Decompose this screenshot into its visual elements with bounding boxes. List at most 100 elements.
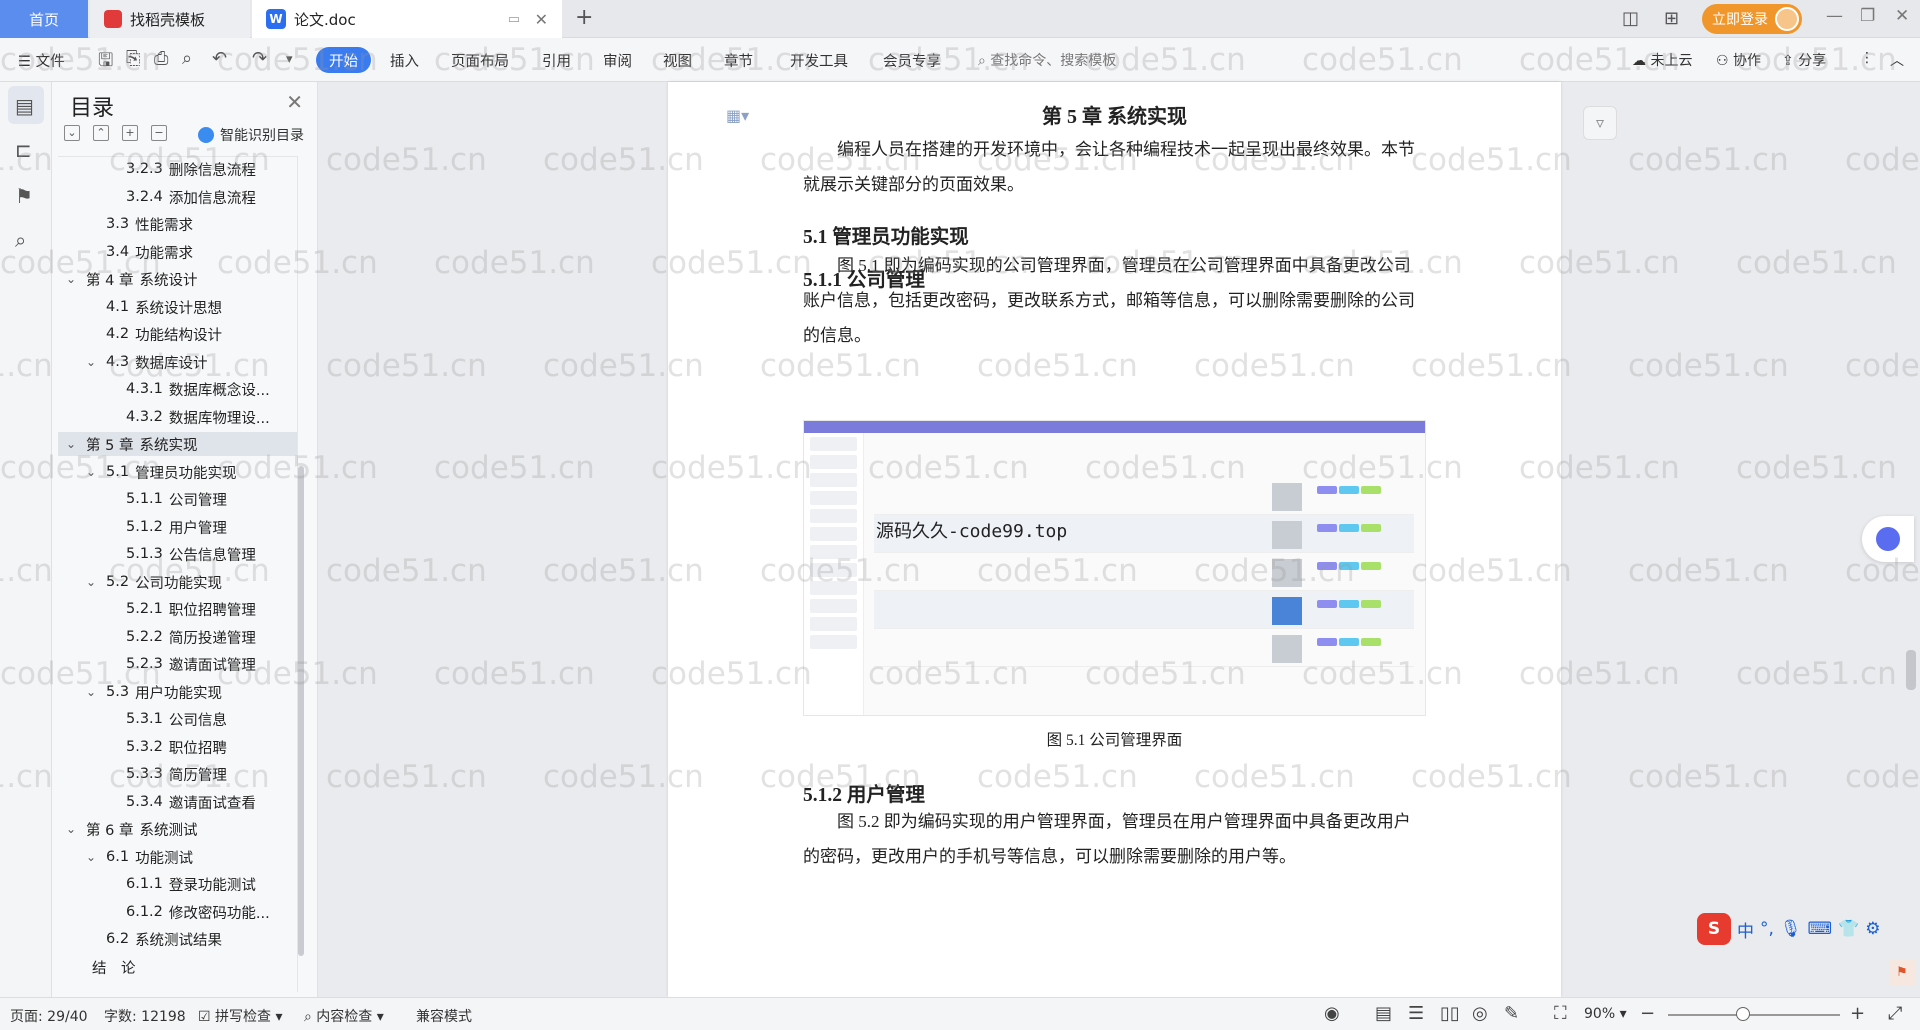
chevron-down-icon[interactable]: ⌄	[66, 822, 80, 836]
chevron-down-icon[interactable]: ⌄	[86, 575, 100, 589]
zoom-in-icon[interactable]: +	[1850, 1003, 1865, 1024]
chevron-down-icon[interactable]: ⌄	[86, 685, 100, 699]
chevron-down-icon[interactable]: ⌄	[86, 850, 100, 864]
add-heading-icon[interactable]: +	[122, 125, 138, 141]
tab-document[interactable]: W 论文.doc ▭ ✕	[252, 0, 562, 38]
restore-icon[interactable]: ❐	[1860, 6, 1875, 26]
toc-item[interactable]: 4.1 系统设计思想	[58, 295, 297, 319]
toc-item[interactable]: 5.1.1 公司管理	[58, 487, 297, 511]
toc-item[interactable]: ⌄ 4.3 数据库设计	[58, 350, 297, 374]
toc-item[interactable]: 3.2.3 删除信息流程	[58, 157, 297, 181]
toc-item[interactable]: 5.2.2 简历投递管理	[58, 625, 297, 649]
monitor-icon[interactable]: ▭	[508, 12, 520, 27]
toc-item[interactable]: 3.4 功能需求	[58, 240, 297, 264]
menu-item-review[interactable]: 审阅	[603, 50, 632, 71]
smart-toc-button[interactable]: 智能识别目录	[198, 125, 304, 145]
save-icon[interactable]: 🖫	[98, 48, 113, 78]
toc-item[interactable]: 5.1.3 公告信息管理	[58, 542, 297, 566]
new-tab-icon[interactable]: +	[575, 5, 593, 30]
toc-item[interactable]: 6.1.1 登录功能测试	[58, 872, 297, 896]
reading-mode-icon[interactable]: ◫	[1622, 8, 1639, 29]
toc-item[interactable]: 5.2.3 邀请面试管理	[58, 652, 297, 676]
bookmark-icon[interactable]: ⚑	[15, 184, 33, 208]
toc-item[interactable]: 5.1.2 用户管理	[58, 515, 297, 539]
find-icon[interactable]: ⌕	[15, 228, 26, 252]
ime-language[interactable]: 中	[1737, 917, 1754, 942]
toc-item[interactable]: 4.2 功能结构设计	[58, 322, 297, 346]
chapter-nav-icon[interactable]: ⊏	[15, 138, 32, 162]
toc-item[interactable]: ⌄ 6.1 功能测试	[58, 845, 297, 869]
zoom-slider[interactable]	[1668, 1014, 1840, 1016]
document-scrollbar[interactable]	[1906, 650, 1916, 690]
word-count[interactable]: 字数: 12198	[104, 1006, 186, 1026]
filter-icon[interactable]: ▿	[1583, 106, 1617, 140]
toc-item[interactable]: ⌄ 第 6 章系统测试	[58, 817, 297, 841]
toolbox-icon[interactable]: ⚙	[1865, 919, 1880, 939]
reading-view-icon[interactable]: ▯▯	[1440, 1003, 1460, 1024]
feedback-icon[interactable]: ⚑	[1889, 960, 1915, 986]
chevron-down-icon[interactable]: ⌄	[66, 437, 80, 451]
menu-item-chapter[interactable]: 章节	[724, 50, 753, 71]
menu-item-view[interactable]: 视图	[663, 50, 692, 71]
page-view-icon[interactable]: ▤	[1375, 1003, 1392, 1024]
menu-item-insert[interactable]: 插入	[390, 50, 419, 71]
toc-item[interactable]: 5.3.3 简历管理	[58, 762, 297, 786]
toc-item[interactable]: 4.3.2 数据库物理设...	[58, 405, 297, 429]
collapse-all-icon[interactable]: ⌃	[93, 125, 109, 141]
microphone-icon[interactable]: 🎙	[1780, 919, 1802, 939]
export-icon[interactable]: ⎘	[126, 48, 140, 69]
fullscreen-icon[interactable]: ⤢	[1888, 1003, 1902, 1024]
toc-item[interactable]: 结 论	[58, 955, 297, 979]
toc-scrollbar[interactable]	[298, 466, 304, 956]
toc-item[interactable]: 6.1.2 修改密码功能...	[58, 900, 297, 924]
zoom-level[interactable]: 90% ▾	[1584, 1006, 1627, 1022]
toc-item[interactable]: ⌄ 第 4 章系统设计	[58, 267, 297, 291]
preview-icon[interactable]: ⌕	[182, 48, 192, 69]
web-view-icon[interactable]: ◎	[1472, 1003, 1488, 1024]
toc-item[interactable]: 3.2.4 添加信息流程	[58, 185, 297, 209]
share-button[interactable]: ⇪ 分享	[1782, 50, 1826, 70]
write-mode-icon[interactable]: ✎	[1504, 1003, 1519, 1024]
sogou-logo-icon[interactable]: S	[1697, 913, 1731, 945]
tab-home[interactable]: 首页	[0, 0, 88, 38]
file-menu[interactable]: ☰ 文件	[18, 50, 65, 71]
command-search[interactable]: ⌕ 查找命令、搜索模板	[978, 50, 1116, 70]
document-page[interactable]: ▦▾ 第 5 章 系统实现 编程人员在搭建的开发环境中，会让各种编程技术一起呈现…	[668, 82, 1561, 997]
menu-item-devtools[interactable]: 开发工具	[790, 50, 848, 71]
zoom-slider-knob[interactable]	[1736, 1007, 1750, 1021]
fit-page-icon[interactable]: ⛶	[1554, 1003, 1567, 1024]
keyboard-icon[interactable]: ⌨	[1808, 919, 1833, 939]
toc-item[interactable]: 5.3.1 公司信息	[58, 707, 297, 731]
toc-item[interactable]: 5.2.1 职位招聘管理	[58, 597, 297, 621]
more-icon[interactable]: ⋮	[1860, 50, 1874, 66]
remove-heading-icon[interactable]: −	[151, 125, 167, 141]
content-check[interactable]: ⌕ 内容检查 ▾	[304, 1006, 384, 1026]
tab-find-template[interactable]: 找稻壳模板	[90, 0, 250, 38]
outline-view-icon[interactable]: ☰	[1408, 1003, 1424, 1024]
minimize-icon[interactable]: —	[1826, 6, 1843, 26]
ai-assistant-icon[interactable]	[1862, 516, 1914, 562]
toc-item[interactable]: 5.3.2 职位招聘	[58, 735, 297, 759]
chevron-down-icon[interactable]: ⌄	[86, 355, 100, 369]
toc-item[interactable]: 5.3.4 邀请面试查看	[58, 790, 297, 814]
grid-apps-icon[interactable]: ⊞	[1664, 8, 1679, 29]
toc-panel-icon[interactable]: ▤	[15, 94, 34, 118]
login-button[interactable]: 立即登录	[1702, 4, 1802, 34]
chevron-down-icon[interactable]: ⌄	[86, 465, 100, 479]
collab-button[interactable]: ⚇ 协作	[1716, 50, 1761, 70]
toc-item[interactable]: ⌄ 5.2 公司功能实现	[58, 570, 297, 594]
toc-item[interactable]: ⌄ 第 5 章系统实现	[58, 432, 297, 456]
close-tab-icon[interactable]: ✕	[535, 10, 548, 29]
close-icon[interactable]: ✕	[286, 90, 303, 114]
cloud-status[interactable]: ☁ 未上云	[1632, 50, 1692, 70]
toc-item[interactable]: 4.3.1 数据库概念设...	[58, 377, 297, 401]
menu-item-member[interactable]: 会员专享	[883, 50, 941, 71]
collapse-ribbon-icon[interactable]: ︿	[1890, 50, 1904, 70]
print-icon[interactable]: ⎙	[154, 48, 168, 69]
menu-item-start[interactable]: 开始	[316, 47, 371, 73]
toc-item[interactable]: ⌄ 5.1 管理员功能实现	[58, 460, 297, 484]
chevron-down-icon[interactable]: ⌄	[66, 272, 80, 286]
customize-dropdown-icon[interactable]: ▾	[286, 52, 293, 67]
menu-item-layout[interactable]: 页面布局	[451, 50, 509, 71]
eye-protection-icon[interactable]: ◉	[1324, 1003, 1340, 1024]
